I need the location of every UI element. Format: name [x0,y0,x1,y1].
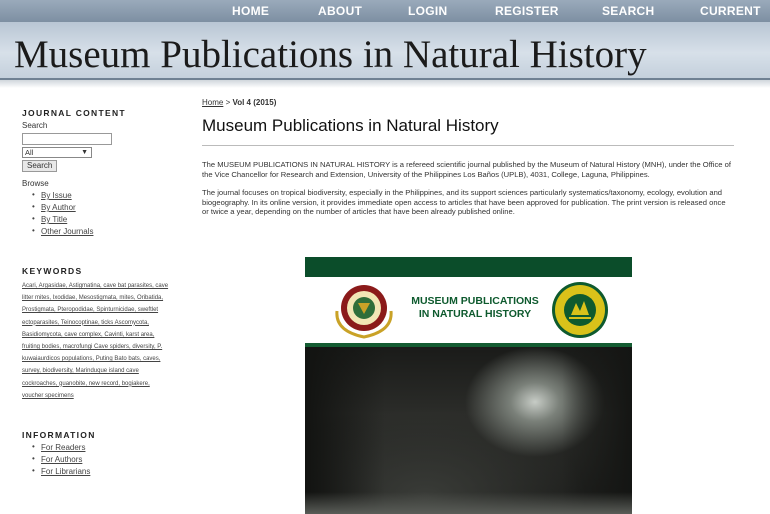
information-heading: INFORMATION [22,430,96,441]
chevron-down-icon: ▼ [81,149,88,156]
search-input[interactable] [22,133,112,145]
keyword-links[interactable]: Acari, Argasidae, Astigmatina, cave bat … [22,283,168,399]
browse-item: By Issue [32,190,172,200]
nav-current[interactable]: CURRENT [700,4,761,18]
browse-item: Other Journals [32,226,172,236]
nav-search[interactable]: SEARCH [602,4,654,18]
browse-by-issue-link[interactable]: By Issue [41,191,72,200]
browse-item: By Title [32,214,172,224]
cave-wall-right [562,347,632,514]
cover-title-band: MUSEUM PUBLICATIONS IN NATURAL HISTORY [305,277,632,347]
browse-list: By Issue By Author By Title Other Journa… [32,190,172,236]
main-content: Home > Vol 4 (2015) Museum Publications … [202,98,736,217]
journal-cover-image: MUSEUM PUBLICATIONS IN NATURAL HISTORY [305,257,632,514]
header-divider [0,80,770,88]
for-librarians-link[interactable]: For Librarians [41,467,90,476]
search-scope-value: All [25,148,34,157]
mnh-seal-icon [552,282,608,338]
breadcrumb-current: Vol 4 (2015) [232,98,277,107]
cave-photo [305,347,632,514]
nav-login[interactable]: LOGIN [408,4,448,18]
search-button[interactable]: Search [22,160,58,172]
for-readers-link[interactable]: For Readers [41,443,85,452]
uplb-seal-icon [335,285,393,339]
cave-wall-left [305,347,385,514]
keyword-cloud: Acari, Argasidae, Astigmatina, cave bat … [22,280,170,402]
cover-title-line2: IN NATURAL HISTORY [418,308,532,320]
browse-by-title-link[interactable]: By Title [41,215,67,224]
top-navigation: HOME ABOUT LOGIN REGISTER SEARCH CURRENT [0,0,770,22]
information-list: For Readers For Authors For Librarians [32,442,172,476]
cave-floor [305,492,632,514]
browse-label: Browse [22,179,49,188]
nav-home[interactable]: HOME [232,4,269,18]
information-item: For Librarians [32,466,172,476]
journal-description: The MUSEUM PUBLICATIONS IN NATURAL HISTO… [202,160,731,179]
nav-register[interactable]: REGISTER [495,4,559,18]
cover-title-line1: MUSEUM PUBLICATIONS [411,295,539,307]
information-item: For Authors [32,454,172,464]
information-item: For Readers [32,442,172,452]
nav-about[interactable]: ABOUT [318,4,362,18]
breadcrumb-separator: > [225,98,231,107]
search-label: Search [22,121,48,130]
site-title: Museum Publications in Natural History [14,33,647,76]
journal-content-heading: JOURNAL CONTENT [22,108,126,118]
journal-focus-description: The journal focuses on tropical biodiver… [202,188,726,217]
site-header: Museum Publications in Natural History [0,22,770,80]
sidebar: JOURNAL CONTENT Search All ▼ Search Brow… [22,108,172,476]
for-authors-link[interactable]: For Authors [41,455,82,464]
search-scope-select[interactable]: All ▼ [22,147,92,158]
breadcrumb: Home > Vol 4 (2015) [202,98,736,107]
browse-by-author-link[interactable]: By Author [41,203,76,212]
keywords-heading: KEYWORDS [22,266,83,276]
breadcrumb-home-link[interactable]: Home [202,98,223,107]
browse-item: By Author [32,202,172,212]
cover-title: MUSEUM PUBLICATIONS IN NATURAL HISTORY [395,295,555,321]
page-title: Museum Publications in Natural History [202,116,734,146]
browse-other-journals-link[interactable]: Other Journals [41,227,93,236]
